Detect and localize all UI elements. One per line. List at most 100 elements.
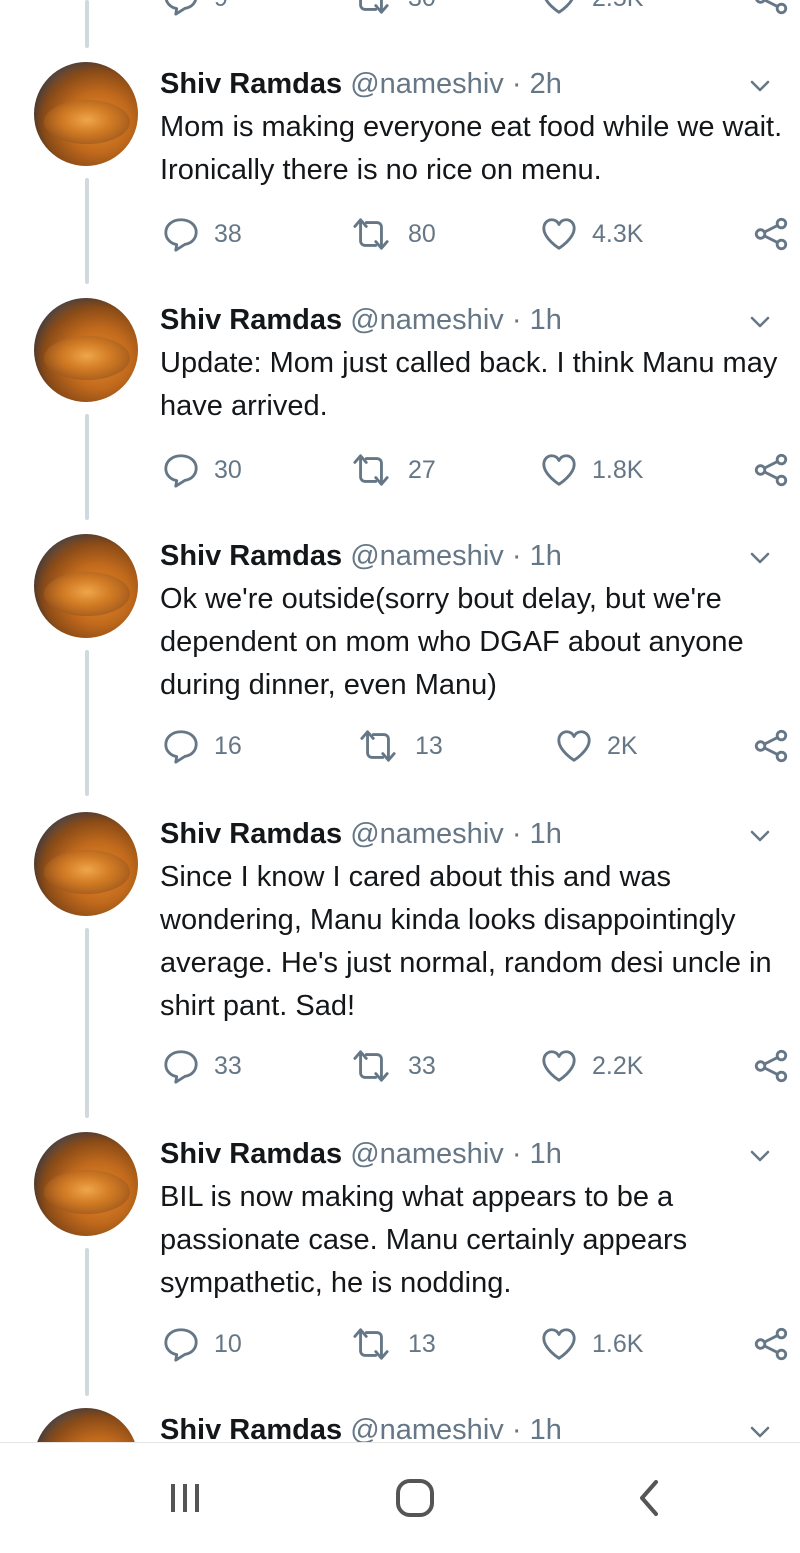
avatar[interactable] xyxy=(34,1132,138,1236)
chevron-down-icon[interactable] xyxy=(750,548,770,568)
tweet-feed[interactable]: 9 30 2.5K Shiv Ramdas @nameshiv · 2h Mom… xyxy=(0,0,800,1442)
action-bar: 30 27 1.8K xyxy=(160,448,790,492)
like-button[interactable]: 2K xyxy=(555,724,638,768)
display-name[interactable]: Shiv Ramdas xyxy=(160,1414,342,1442)
tweet[interactable]: Shiv Ramdas @nameshiv · 1h Since I know … xyxy=(0,812,800,1096)
chevron-down-icon[interactable] xyxy=(750,826,770,846)
reply-button[interactable]: 30 xyxy=(162,448,242,492)
separator-dot: · xyxy=(511,68,522,100)
tweet[interactable]: Shiv Ramdas @nameshiv · 1h BIL is now ma… xyxy=(0,1132,800,1372)
retweet-button[interactable]: 30 xyxy=(348,0,436,20)
reply-icon xyxy=(162,727,200,765)
like-button[interactable]: 1.8K xyxy=(540,448,643,492)
home-button[interactable] xyxy=(370,1443,460,1553)
share-icon xyxy=(752,0,790,17)
retweet-icon xyxy=(355,727,401,765)
share-icon xyxy=(752,1047,790,1085)
chevron-down-icon[interactable] xyxy=(750,1422,770,1442)
reply-count: 38 xyxy=(214,219,242,248)
retweet-button[interactable]: 13 xyxy=(348,1322,436,1366)
separator-dot: · xyxy=(511,1414,522,1442)
reply-icon xyxy=(162,215,200,253)
partial-action-bar: 9 30 2.5K xyxy=(160,0,790,20)
retweet-icon xyxy=(348,451,394,489)
display-name[interactable]: Shiv Ramdas xyxy=(160,68,342,100)
reply-button[interactable]: 16 xyxy=(162,724,242,768)
separator-dot: · xyxy=(511,1138,522,1170)
chevron-down-icon[interactable] xyxy=(750,1146,770,1166)
tweet-text: Ok we're outside(sorry bout delay, but w… xyxy=(160,583,744,701)
separator-dot: · xyxy=(511,818,522,850)
retweet-button[interactable]: 13 xyxy=(355,724,443,768)
tweet-text: Mom is making everyone eat food while we… xyxy=(160,111,783,186)
chevron-down-icon[interactable] xyxy=(750,312,770,332)
share-button[interactable] xyxy=(752,0,790,20)
retweet-count: 13 xyxy=(415,731,443,760)
tweet-header: Shiv Ramdas @nameshiv · 1h xyxy=(160,1410,760,1442)
display-name[interactable]: Shiv Ramdas xyxy=(160,1138,342,1170)
user-handle: @nameshiv xyxy=(350,68,504,100)
timestamp: 2h xyxy=(529,68,562,100)
like-button[interactable]: 1.6K xyxy=(540,1322,643,1366)
retweet-button[interactable]: 27 xyxy=(348,448,436,492)
like-count: 2.2K xyxy=(592,1051,644,1080)
tweet-header: Shiv Ramdas @nameshiv · 1h xyxy=(160,536,760,576)
back-button[interactable] xyxy=(605,1443,695,1553)
share-button[interactable] xyxy=(752,724,790,768)
chevron-down-icon[interactable] xyxy=(750,76,770,96)
reply-count: 30 xyxy=(214,455,242,484)
like-button[interactable]: 2.2K xyxy=(540,1044,643,1088)
like-count: 2.5K xyxy=(592,0,643,13)
separator-dot: · xyxy=(511,304,522,336)
like-count: 2K xyxy=(607,731,638,760)
tweet-header: Shiv Ramdas @nameshiv · 1h xyxy=(160,814,760,854)
avatar[interactable] xyxy=(34,534,138,638)
display-name[interactable]: Shiv Ramdas xyxy=(160,304,342,336)
system-navigation-bar xyxy=(0,1442,800,1553)
reply-button[interactable]: 38 xyxy=(162,212,242,256)
heart-icon xyxy=(540,1047,578,1085)
like-button[interactable]: 4.3K xyxy=(540,212,643,256)
recent-apps-button[interactable] xyxy=(140,1443,230,1553)
tweet-text: Since I know I cared about this and was … xyxy=(160,861,772,1022)
reply-icon xyxy=(162,451,200,489)
action-bar: 33 33 2.2K xyxy=(160,1044,790,1088)
tweet-header: Shiv Ramdas @nameshiv · 1h xyxy=(160,1134,760,1174)
reply-icon xyxy=(162,1047,200,1085)
display-name[interactable]: Shiv Ramdas xyxy=(160,540,342,572)
reply-button[interactable]: 9 xyxy=(162,0,228,20)
back-icon xyxy=(640,1480,658,1516)
tweet[interactable]: Shiv Ramdas @nameshiv · 1h xyxy=(0,1408,800,1442)
reply-count: 10 xyxy=(214,1329,242,1358)
share-button[interactable] xyxy=(752,212,790,256)
avatar[interactable] xyxy=(34,298,138,402)
timestamp: 1h xyxy=(529,1414,562,1442)
reply-count: 9 xyxy=(214,0,228,13)
reply-button[interactable]: 33 xyxy=(162,1044,242,1088)
reply-button[interactable]: 10 xyxy=(162,1322,242,1366)
heart-icon xyxy=(540,0,578,17)
retweet-button[interactable]: 33 xyxy=(348,1044,436,1088)
retweet-icon xyxy=(348,1047,394,1085)
display-name[interactable]: Shiv Ramdas xyxy=(160,818,342,850)
share-button[interactable] xyxy=(752,1044,790,1088)
tweet[interactable]: Shiv Ramdas @nameshiv · 1h Update: Mom j… xyxy=(0,298,800,498)
avatar[interactable] xyxy=(34,812,138,916)
avatar[interactable] xyxy=(34,62,138,166)
tweet[interactable]: Shiv Ramdas @nameshiv · 2h Mom is making… xyxy=(0,62,800,262)
retweet-button[interactable]: 80 xyxy=(348,212,436,256)
retweet-count: 33 xyxy=(408,1051,436,1080)
share-button[interactable] xyxy=(752,1322,790,1366)
retweet-icon xyxy=(348,215,394,253)
like-button[interactable]: 2.5K xyxy=(540,0,643,20)
heart-icon xyxy=(540,215,578,253)
avatar[interactable] xyxy=(34,1408,138,1442)
reply-count: 16 xyxy=(214,731,242,760)
timestamp: 1h xyxy=(529,540,562,572)
timestamp: 1h xyxy=(529,304,562,336)
user-handle: @nameshiv xyxy=(350,1138,504,1170)
reply-icon xyxy=(162,1325,200,1363)
action-bar: 38 80 4.3K xyxy=(160,212,790,256)
tweet[interactable]: Shiv Ramdas @nameshiv · 1h Ok we're outs… xyxy=(0,534,800,774)
share-button[interactable] xyxy=(752,448,790,492)
